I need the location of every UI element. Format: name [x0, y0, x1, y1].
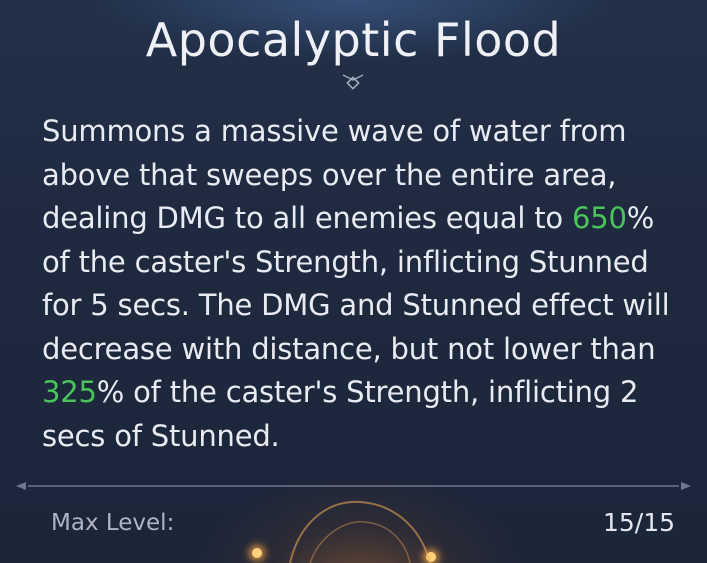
damage-percent-value: 650 — [571, 201, 627, 235]
skill-description: Summons a massive wave of water from abo… — [42, 110, 682, 458]
min-damage-percent-value: 325 — [42, 375, 97, 409]
max-level-label: Max Level: — [51, 510, 175, 536]
description-text-1: Summons a massive wave of water from abo… — [42, 114, 627, 235]
footer-divider — [16, 482, 691, 490]
title-divider — [250, 73, 458, 90]
skill-tooltip: Apocalyptic Flood Summons a massive wave… — [0, 0, 707, 563]
diamond-ornament-icon — [342, 74, 364, 90]
description-text-3: % of the caster's Strength, inflicting 2… — [42, 375, 639, 453]
skill-title: Apocalyptic Flood — [145, 13, 562, 67]
max-level-value: 15/15 — [602, 508, 675, 537]
